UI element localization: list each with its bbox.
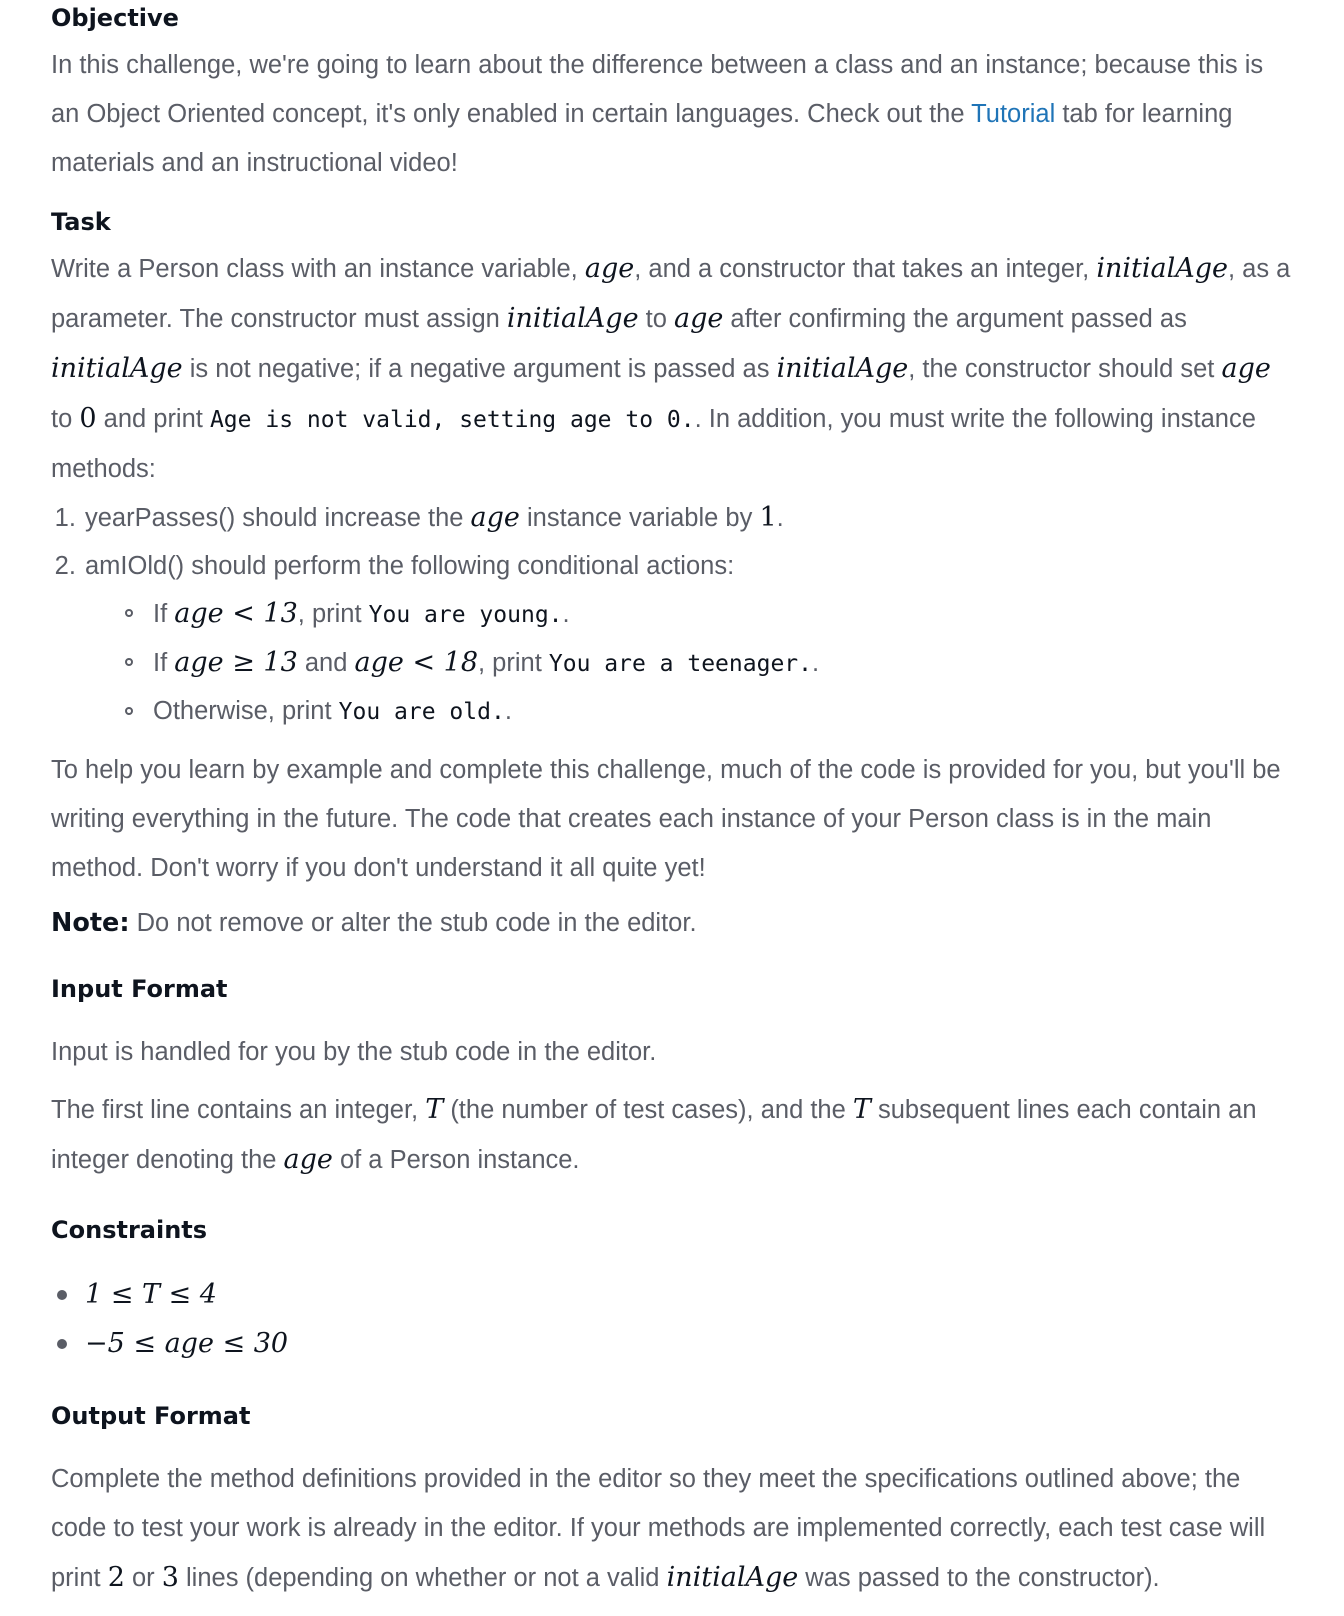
constraints-list: 1 ≤ T ≤ 4 −5 ≤ age ≤ 30 bbox=[51, 1270, 1292, 1368]
note-label: Note: bbox=[51, 908, 130, 938]
input-paragraph-2: The first line contains an integer, T (t… bbox=[51, 1094, 1257, 1175]
hollow-bullet-icon bbox=[125, 707, 133, 715]
invalid-age-message: Age is not valid, setting age to 0. bbox=[209, 407, 695, 433]
list-item: yearPasses() should increase the age ins… bbox=[83, 494, 1292, 542]
methods-list: yearPasses() should increase the age ins… bbox=[51, 494, 1292, 736]
input-format-heading: Input Format bbox=[51, 975, 228, 1003]
objective-paragraph: In this challenge, we're going to learn … bbox=[51, 51, 1264, 177]
list-item: If age < 13, print You are young.. bbox=[121, 590, 1292, 639]
bullet-icon bbox=[57, 1339, 67, 1349]
list-item: 1 ≤ T ≤ 4 bbox=[51, 1270, 1292, 1319]
note-paragraph: Note: Do not remove or alter the stub co… bbox=[51, 908, 697, 938]
hollow-bullet-icon bbox=[125, 609, 133, 617]
list-item: −5 ≤ age ≤ 30 bbox=[51, 1319, 1292, 1368]
list-item: If age ≥ 13 and age < 18, print You are … bbox=[121, 639, 1292, 688]
input-paragraph-1: Input is handled for you by the stub cod… bbox=[51, 1038, 657, 1066]
conditions-list: If age < 13, print You are young.. If ag… bbox=[85, 590, 1292, 736]
constraints-heading: Constraints bbox=[51, 1216, 208, 1244]
output-paragraph: Complete the method definitions provided… bbox=[51, 1465, 1266, 1593]
help-paragraph: To help you learn by example and complet… bbox=[51, 756, 1281, 882]
list-item: amIOld() should perform the following co… bbox=[83, 542, 1292, 736]
bullet-icon bbox=[57, 1290, 67, 1300]
problem-statement: Objective In this challenge, we're going… bbox=[0, 0, 1344, 1603]
list-item: Otherwise, print You are old.. bbox=[121, 688, 1292, 736]
hollow-bullet-icon bbox=[125, 658, 133, 666]
objective-heading: Objective bbox=[51, 4, 179, 32]
task-heading: Task bbox=[51, 208, 111, 236]
tutorial-link[interactable]: Tutorial bbox=[971, 100, 1055, 128]
output-format-heading: Output Format bbox=[51, 1402, 251, 1430]
task-paragraph: Write a Person class with an instance va… bbox=[51, 253, 1291, 483]
